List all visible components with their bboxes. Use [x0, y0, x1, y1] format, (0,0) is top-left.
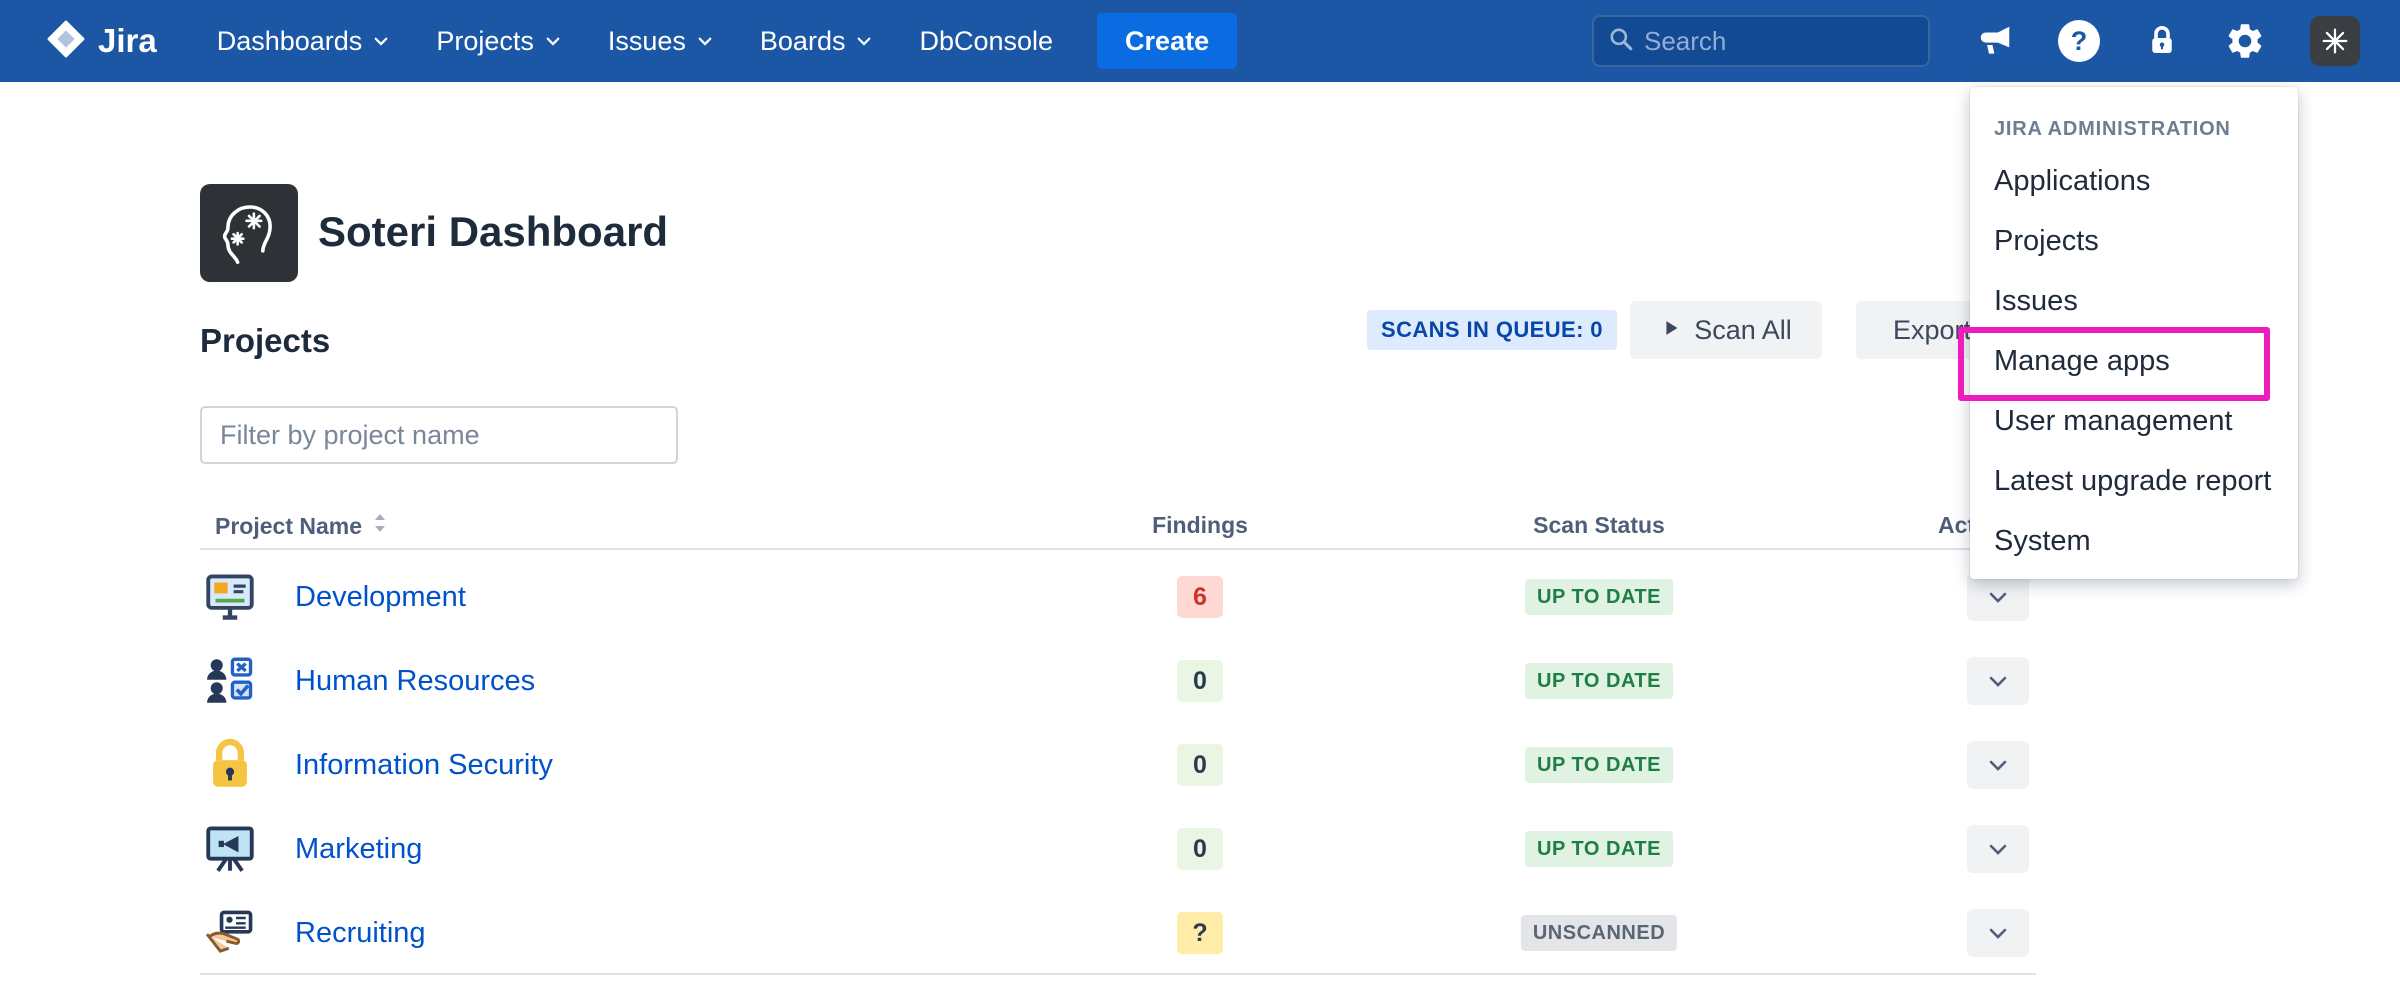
- scan-all-label: Scan All: [1694, 315, 1792, 346]
- nav-dbconsole[interactable]: DbConsole: [919, 26, 1053, 57]
- row-actions-button[interactable]: [1967, 825, 2029, 873]
- information-security-project-icon: [200, 735, 260, 795]
- development-project-icon: [200, 567, 260, 627]
- announcement-icon[interactable]: [1976, 22, 2014, 60]
- nav-projects-label: Projects: [436, 26, 534, 57]
- table-row: Human Resources 0 UP TO DATE: [200, 639, 2036, 723]
- primary-nav: Dashboards Projects Issues Boards DbCons…: [217, 26, 1053, 57]
- soteri-logo: [200, 184, 298, 282]
- menu-item-manage-apps[interactable]: Manage apps: [1970, 331, 2298, 391]
- navbar-icon-group: ?: [1976, 16, 2360, 66]
- scan-all-button[interactable]: Scan All: [1630, 301, 1822, 359]
- lock-icon[interactable]: [2144, 23, 2180, 59]
- chevron-down-icon: [372, 26, 390, 57]
- marketing-project-icon: [200, 819, 260, 879]
- row-actions-button[interactable]: [1967, 573, 2029, 621]
- help-icon[interactable]: ?: [2058, 20, 2100, 62]
- row-actions-button[interactable]: [1967, 741, 2029, 789]
- nav-boards-label: Boards: [760, 26, 846, 57]
- jira-window: Jira Dashboards Projects Issues Boards D…: [0, 0, 2400, 993]
- row-actions-button[interactable]: [1967, 909, 2029, 957]
- play-icon: [1660, 315, 1682, 346]
- page-title: Soteri Dashboard: [318, 208, 668, 256]
- menu-item-system[interactable]: System: [1970, 511, 2298, 571]
- global-search[interactable]: [1592, 15, 1930, 67]
- table-header-divider: [200, 548, 2036, 550]
- jira-brand[interactable]: Jira: [46, 19, 157, 64]
- scan-status-badge: UNSCANNED: [1521, 915, 1677, 951]
- findings-badge: 0: [1177, 744, 1223, 786]
- projects-heading: Projects: [200, 322, 330, 360]
- scan-status-badge: UP TO DATE: [1525, 579, 1673, 615]
- user-avatar[interactable]: [2310, 16, 2360, 66]
- chevron-down-icon: [855, 26, 873, 57]
- column-header-scan-status: Scan Status: [1533, 512, 1665, 539]
- row-actions-button[interactable]: [1967, 657, 2029, 705]
- findings-badge: 6: [1177, 576, 1223, 618]
- nav-projects[interactable]: Projects: [436, 26, 562, 57]
- scan-status-badge: UP TO DATE: [1525, 831, 1673, 867]
- scans-in-queue-badge: SCANS IN QUEUE: 0: [1367, 310, 1617, 350]
- menu-item-latest-upgrade-report[interactable]: Latest upgrade report: [1970, 451, 2298, 511]
- scan-status-badge: UP TO DATE: [1525, 663, 1673, 699]
- nav-issues[interactable]: Issues: [608, 26, 714, 57]
- search-input[interactable]: [1644, 26, 1914, 57]
- admin-menu-heading: JIRA ADMINISTRATION: [1970, 87, 2298, 151]
- help-glyph: ?: [2071, 26, 2088, 57]
- human-resources-project-icon: [200, 651, 260, 711]
- project-link-development[interactable]: Development: [295, 555, 466, 639]
- nav-boards[interactable]: Boards: [760, 26, 874, 57]
- project-link-human-resources[interactable]: Human Resources: [295, 639, 535, 723]
- jira-logo-icon: [46, 19, 86, 64]
- export-label: Export: [1893, 315, 1971, 346]
- project-link-information-security[interactable]: Information Security: [295, 723, 553, 807]
- menu-item-projects[interactable]: Projects: [1970, 211, 2298, 271]
- search-icon: [1608, 26, 1634, 57]
- project-name-header-label: Project Name: [215, 513, 362, 540]
- scan-status-badge: UP TO DATE: [1525, 747, 1673, 783]
- findings-badge: ?: [1177, 912, 1223, 954]
- column-header-findings: Findings: [1152, 512, 1248, 539]
- table-row: Development 6 UP TO DATE: [200, 555, 2036, 639]
- menu-item-user-management[interactable]: User management: [1970, 391, 2298, 451]
- brand-label: Jira: [98, 22, 157, 60]
- nav-dashboards-label: Dashboards: [217, 26, 363, 57]
- chevron-down-icon: [544, 26, 562, 57]
- nav-dashboards[interactable]: Dashboards: [217, 26, 391, 57]
- project-link-marketing[interactable]: Marketing: [295, 807, 422, 891]
- nav-dbconsole-label: DbConsole: [919, 26, 1053, 57]
- column-header-project-name[interactable]: Project Name: [215, 512, 388, 540]
- recruiting-project-icon: [200, 903, 260, 963]
- chevron-down-icon: [696, 26, 714, 57]
- project-link-recruiting[interactable]: Recruiting: [295, 891, 426, 975]
- table-row: Marketing 0 UP TO DATE: [200, 807, 2036, 891]
- sort-icon[interactable]: [372, 512, 388, 540]
- menu-item-applications[interactable]: Applications: [1970, 151, 2298, 211]
- top-navbar: Jira Dashboards Projects Issues Boards D…: [0, 0, 2400, 82]
- create-button[interactable]: Create: [1097, 13, 1237, 69]
- findings-badge: 0: [1177, 828, 1223, 870]
- table-bottom-divider: [200, 973, 2036, 975]
- menu-item-issues[interactable]: Issues: [1970, 271, 2298, 331]
- findings-badge: 0: [1177, 660, 1223, 702]
- jira-administration-menu: JIRA ADMINISTRATION Applications Project…: [1970, 87, 2298, 579]
- nav-issues-label: Issues: [608, 26, 686, 57]
- project-filter-input[interactable]: [200, 406, 678, 464]
- table-row: Recruiting ? UNSCANNED: [200, 891, 2036, 975]
- gear-icon[interactable]: [2224, 20, 2266, 62]
- table-row: Information Security 0 UP TO DATE: [200, 723, 2036, 807]
